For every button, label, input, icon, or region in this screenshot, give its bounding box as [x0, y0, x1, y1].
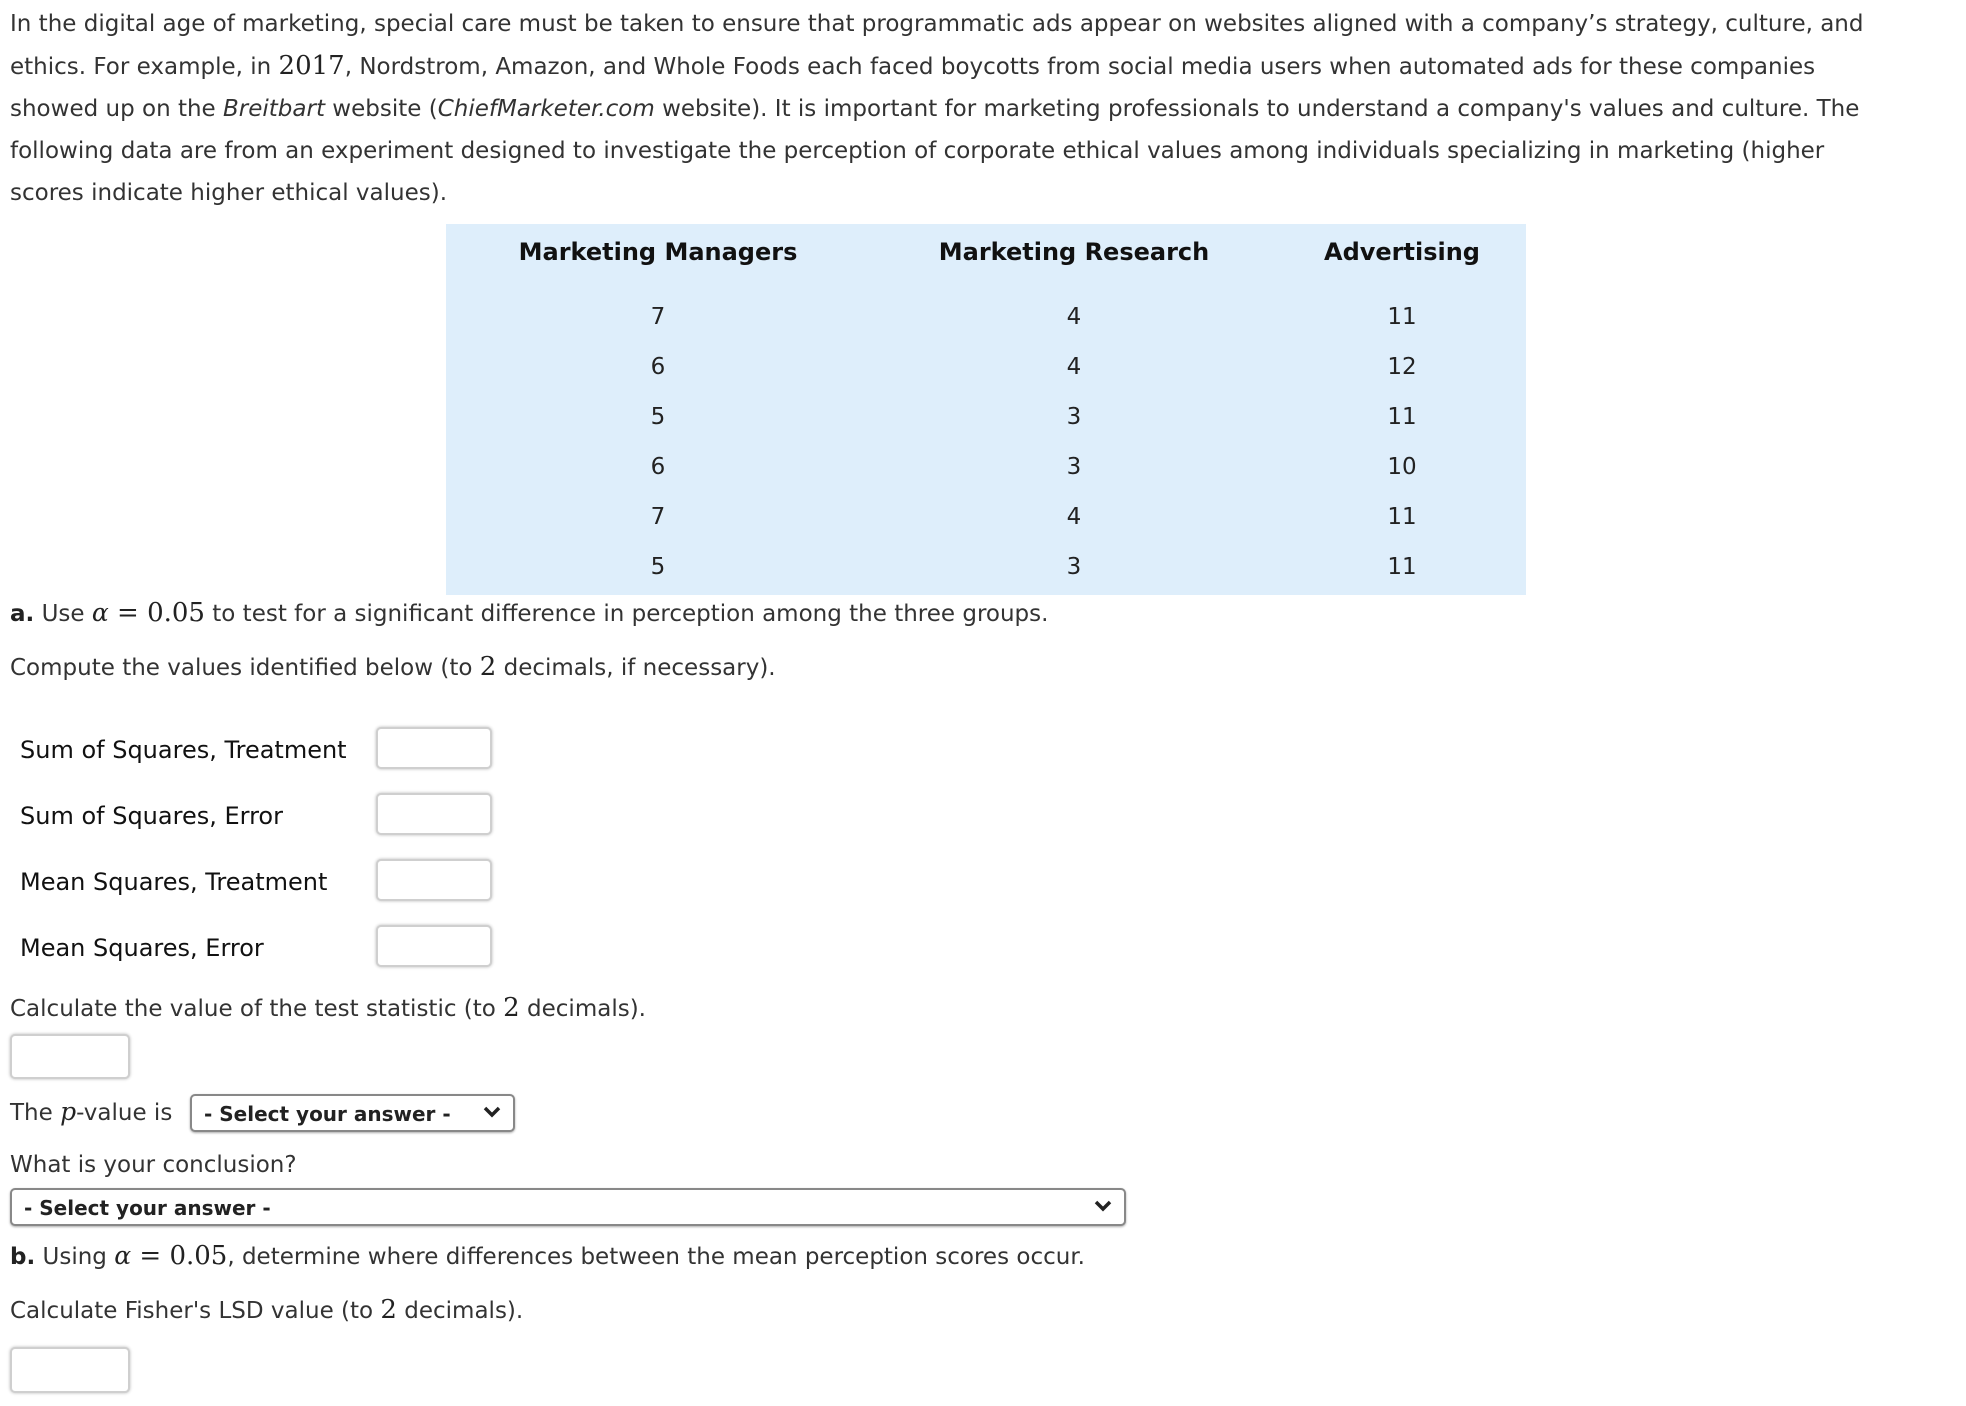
- table-cell: 5: [650, 554, 666, 580]
- column-header-marketing-research: Marketing Research: [938, 238, 1210, 266]
- alpha-value: 0.05: [147, 598, 205, 628]
- table-cell: 10: [1387, 454, 1417, 480]
- ss-treatment-label: Sum of Squares, Treatment: [20, 736, 347, 764]
- source-name: ChiefMarketer.com: [437, 96, 655, 122]
- table-cell: 3: [1066, 404, 1082, 430]
- table-cell: 11: [1387, 404, 1417, 430]
- text: decimals).: [396, 1298, 524, 1324]
- part-b-instruction: b. Using α = 0.05, determine where diffe…: [10, 1241, 1085, 1271]
- table-cell: 3: [1066, 454, 1082, 480]
- intro-line: ethics. For example, in 2017, Nordstrom,…: [10, 45, 1960, 88]
- text: Use: [34, 601, 92, 627]
- table-cell: 4: [1066, 304, 1082, 330]
- table-cell: 7: [650, 504, 666, 530]
- ms-treatment-label: Mean Squares, Treatment: [20, 868, 328, 896]
- part-b-label: b.: [10, 1244, 36, 1270]
- ss-treatment-input[interactable]: [376, 727, 492, 769]
- table-cell: 11: [1387, 554, 1417, 580]
- lsd-instruction: Calculate Fisher's LSD value (to 2 decim…: [10, 1295, 523, 1325]
- text: Compute the values identified below (to: [10, 655, 480, 681]
- text: decimals, if necessary).: [496, 655, 776, 681]
- table-cell: 3: [1066, 554, 1082, 580]
- intro-line: showed up on the Breitbart website (Chie…: [10, 88, 1960, 130]
- ms-treatment-input[interactable]: [376, 859, 492, 901]
- lsd-input[interactable]: [10, 1347, 130, 1393]
- p-value-label: The p-value is: [10, 1097, 172, 1126]
- column-header-advertising: Advertising: [1324, 238, 1480, 266]
- chevron-down-icon: [483, 1106, 501, 1118]
- column-header-marketing-managers: Marketing Managers: [518, 238, 798, 266]
- table-cell: 4: [1066, 354, 1082, 380]
- text: Calculate the value of the test statisti…: [10, 996, 504, 1022]
- text: to test for a significant difference in …: [204, 601, 1049, 627]
- table-cell: 4: [1066, 504, 1082, 530]
- year-value: 2017: [278, 51, 345, 81]
- intro-text: , Nordstrom, Amazon, and Whole Foods eac…: [344, 54, 1816, 80]
- decimals-count: 2: [503, 993, 520, 1023]
- text: , determine where differences between th…: [227, 1244, 1085, 1270]
- intro-text: website). It is important for marketing …: [654, 96, 1860, 122]
- text: decimals).: [519, 996, 646, 1022]
- decimals-count: 2: [479, 652, 497, 682]
- intro-paragraph: In the digital age of marketing, special…: [10, 3, 1960, 214]
- text: -value is: [76, 1100, 173, 1126]
- intro-text: website (: [324, 96, 438, 122]
- decimals-count: 2: [380, 1295, 397, 1325]
- equals-sign: =: [108, 598, 148, 628]
- table-cell: 6: [650, 354, 666, 380]
- table-cell: 5: [650, 404, 666, 430]
- conclusion-select-value: - Select your answer -: [24, 1196, 271, 1220]
- intro-line: In the digital age of marketing, special…: [10, 11, 1864, 37]
- table-cell: 6: [650, 454, 666, 480]
- text: Using: [35, 1244, 115, 1270]
- part-a-instruction: a. Use α = 0.05 to test for a significan…: [10, 598, 1048, 628]
- alpha-value: 0.05: [169, 1241, 228, 1271]
- conclusion-select[interactable]: - Select your answer -: [10, 1188, 1126, 1226]
- text: The: [10, 1100, 61, 1126]
- table-cell: 11: [1387, 304, 1417, 330]
- ss-error-input[interactable]: [376, 793, 492, 835]
- data-table: Marketing Managers Marketing Research Ad…: [446, 224, 1526, 595]
- equals-sign: =: [131, 1241, 170, 1271]
- p-symbol: p: [60, 1097, 77, 1126]
- part-a-label: a.: [10, 601, 35, 627]
- alpha-symbol: α: [114, 1241, 132, 1270]
- conclusion-question: What is your conclusion?: [10, 1152, 297, 1178]
- alpha-symbol: α: [91, 598, 109, 627]
- p-value-select[interactable]: - Select your answer -: [190, 1094, 515, 1132]
- text: Calculate Fisher's LSD value (to: [10, 1298, 381, 1324]
- chevron-down-icon: [1094, 1200, 1112, 1212]
- test-statistic-input[interactable]: [10, 1034, 130, 1079]
- intro-line: following data are from an experiment de…: [10, 138, 1825, 164]
- table-cell: 12: [1387, 354, 1417, 380]
- test-statistic-instruction: Calculate the value of the test statisti…: [10, 993, 646, 1023]
- p-value-select-value: - Select your answer -: [204, 1102, 451, 1126]
- compute-instruction: Compute the values identified below (to …: [10, 652, 776, 682]
- table-cell: 7: [650, 304, 666, 330]
- table-cell: 11: [1387, 504, 1417, 530]
- ms-error-input[interactable]: [376, 925, 492, 967]
- ms-error-label: Mean Squares, Error: [20, 934, 264, 962]
- ss-error-label: Sum of Squares, Error: [20, 802, 283, 830]
- intro-line: scores indicate higher ethical values).: [10, 180, 447, 206]
- intro-text: ethics. For example, in: [10, 54, 279, 80]
- breitbart-name: Breitbart: [223, 96, 325, 122]
- intro-text: showed up on the: [10, 96, 224, 122]
